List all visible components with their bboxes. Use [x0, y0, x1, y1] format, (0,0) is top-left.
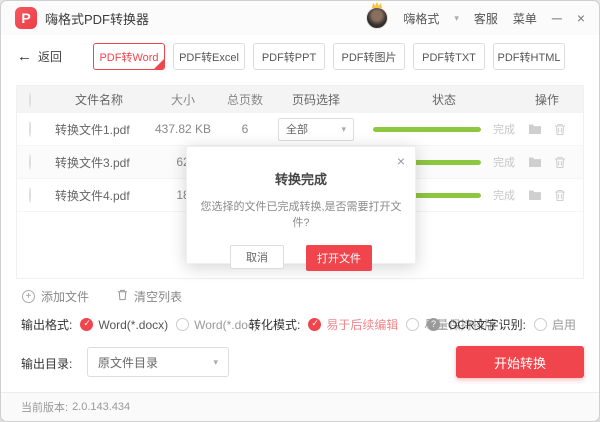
dialog-title: 转换完成	[187, 169, 415, 188]
app-title: 嗨格式PDF转换器	[45, 9, 149, 28]
tab-label: PDF转TXT	[422, 49, 476, 65]
support-link[interactable]: 客服	[474, 10, 498, 27]
converter-tab[interactable]: PDF转Excel	[173, 43, 245, 70]
select-all-checkbox[interactable]	[29, 92, 31, 108]
status-label: 完成	[493, 154, 515, 170]
clear-list-button[interactable]: 清空列表	[117, 288, 182, 305]
chevron-down-icon: ▾	[341, 124, 346, 135]
status-label: 完成	[493, 121, 515, 137]
minimize-button[interactable]: ─	[552, 11, 562, 25]
tab-label: PDF转Excel	[179, 49, 239, 65]
format-option-docx[interactable]: Word(*.docx)	[80, 318, 168, 332]
ocr-enable-option[interactable]: 启用	[534, 316, 576, 333]
open-file-button[interactable]: 打开文件	[306, 245, 372, 271]
user-avatar[interactable]	[366, 7, 388, 29]
row-checkbox[interactable]	[29, 187, 31, 203]
list-actions: + 添加文件 清空列表	[22, 288, 182, 305]
conversion-complete-dialog: × 转换完成 您选择的文件已完成转换,是否需要打开文件? 取消 打开文件	[186, 146, 416, 264]
trash-icon	[117, 289, 128, 304]
start-convert-button[interactable]: 开始转换	[456, 346, 584, 378]
radio-ocr-enable[interactable]	[534, 318, 547, 331]
mode-option-edit[interactable]: 易于后续编辑	[308, 316, 398, 333]
output-dir-label: 输出目录:	[21, 355, 72, 372]
menu-link[interactable]: 菜单	[513, 10, 537, 27]
header-size: 大小	[143, 91, 223, 108]
file-name: 转换文件3.pdf	[55, 154, 143, 171]
converter-tab[interactable]: PDF转Word	[93, 43, 165, 70]
file-size: 437.82 KB	[143, 122, 223, 136]
back-button[interactable]: ← 返回	[17, 48, 62, 65]
ocr-enable-label: 启用	[552, 316, 576, 333]
footer: 当前版本: 2.0.143.434	[1, 392, 599, 421]
format-docx-label: Word(*.docx)	[98, 318, 168, 332]
delete-icon[interactable]	[554, 189, 566, 202]
converter-tab[interactable]: PDF转TXT	[413, 43, 485, 70]
dialog-message: 您选择的文件已完成转换,是否需要打开文件?	[187, 198, 415, 230]
tab-label: PDF转Word	[99, 49, 158, 65]
header-ops: 操作	[523, 91, 571, 108]
header-page-select: 页码选择	[267, 91, 365, 108]
table-header: 文件名称 大小 总页数 页码选择 状态 操作	[17, 86, 583, 113]
tab-label: PDF转HTML	[498, 49, 561, 65]
cancel-button[interactable]: 取消	[230, 245, 284, 269]
dialog-close-icon[interactable]: ×	[397, 154, 405, 168]
page-range-value: 全部	[286, 121, 308, 137]
output-format-label: 输出格式:	[21, 316, 72, 333]
close-button[interactable]: ×	[577, 11, 585, 25]
open-folder-icon[interactable]	[528, 156, 542, 169]
file-pages: 6	[223, 122, 267, 136]
title-bar: P 嗨格式PDF转换器 嗨格式 ▾ 客服 菜单 ─ ×	[1, 1, 599, 35]
convert-mode-label: 转化模式:	[249, 316, 300, 333]
back-label: 返回	[38, 48, 62, 65]
add-file-label: 添加文件	[41, 288, 89, 305]
crown-icon	[371, 1, 383, 9]
username[interactable]: 嗨格式	[403, 10, 439, 27]
version-label: 当前版本:	[21, 399, 68, 415]
table-row: 转换文件1.pdf 437.82 KB 6 全部 ▾ 完成	[17, 113, 583, 146]
converter-tab[interactable]: PDF转PPT	[253, 43, 325, 70]
page-range-select[interactable]: 全部 ▾	[278, 118, 354, 141]
ocr-label: OCR文字识别:	[448, 316, 526, 333]
options-row: 输出格式: Word(*.docx) Word(*.doc) 转化模式: 易于后…	[1, 316, 599, 334]
output-dir-value: 原文件目录	[98, 354, 158, 371]
radio-docx[interactable]	[80, 318, 93, 331]
add-file-button[interactable]: + 添加文件	[22, 288, 89, 305]
converter-tab[interactable]: PDF转图片	[333, 43, 405, 70]
mode-edit-label: 易于后续编辑	[326, 316, 398, 333]
radio-mode-edit[interactable]	[308, 318, 321, 331]
radio-doc[interactable]	[176, 318, 189, 331]
tab-label: PDF转PPT	[262, 49, 316, 65]
nav-row: ← 返回 PDF转Word PDF转Excel PDF转PPT PDF转图片 P…	[17, 43, 584, 70]
clear-list-label: 清空列表	[134, 288, 182, 305]
header-status: 状态	[365, 91, 523, 108]
app-window: P 嗨格式PDF转换器 嗨格式 ▾ 客服 菜单 ─ × ← 返回 PDF转Wor…	[0, 0, 600, 422]
open-folder-icon[interactable]	[528, 123, 542, 136]
chevron-down-icon: ▾	[213, 357, 218, 368]
radio-mode-layout[interactable]	[406, 318, 419, 331]
file-name: 转换文件1.pdf	[55, 121, 143, 138]
row-checkbox[interactable]	[29, 121, 31, 137]
tab-bar: PDF转Word PDF转Excel PDF转PPT PDF转图片 PDF转TX…	[93, 43, 565, 70]
converter-tab[interactable]: PDF转HTML	[493, 43, 565, 70]
tab-label: PDF转图片	[342, 49, 397, 65]
status-label: 完成	[493, 187, 515, 203]
back-arrow-icon: ←	[17, 48, 32, 65]
plus-circle-icon: +	[22, 290, 35, 303]
open-folder-icon[interactable]	[528, 189, 542, 202]
output-row: 输出目录: 原文件目录 ▾ 开始转换	[1, 346, 599, 378]
delete-icon[interactable]	[554, 156, 566, 169]
chevron-down-icon[interactable]: ▾	[454, 13, 459, 24]
version-value: 2.0.143.434	[72, 401, 130, 413]
file-name: 转换文件4.pdf	[55, 187, 143, 204]
ocr-help-icon[interactable]: ?	[427, 318, 440, 331]
progress-bar	[373, 127, 481, 132]
delete-icon[interactable]	[554, 123, 566, 136]
header-name: 文件名称	[55, 91, 143, 108]
row-checkbox[interactable]	[29, 154, 31, 170]
header-pages: 总页数	[223, 91, 267, 108]
app-logo-icon: P	[15, 7, 37, 29]
format-option-doc[interactable]: Word(*.doc)	[176, 318, 258, 332]
output-dir-select[interactable]: 原文件目录 ▾	[87, 347, 229, 377]
